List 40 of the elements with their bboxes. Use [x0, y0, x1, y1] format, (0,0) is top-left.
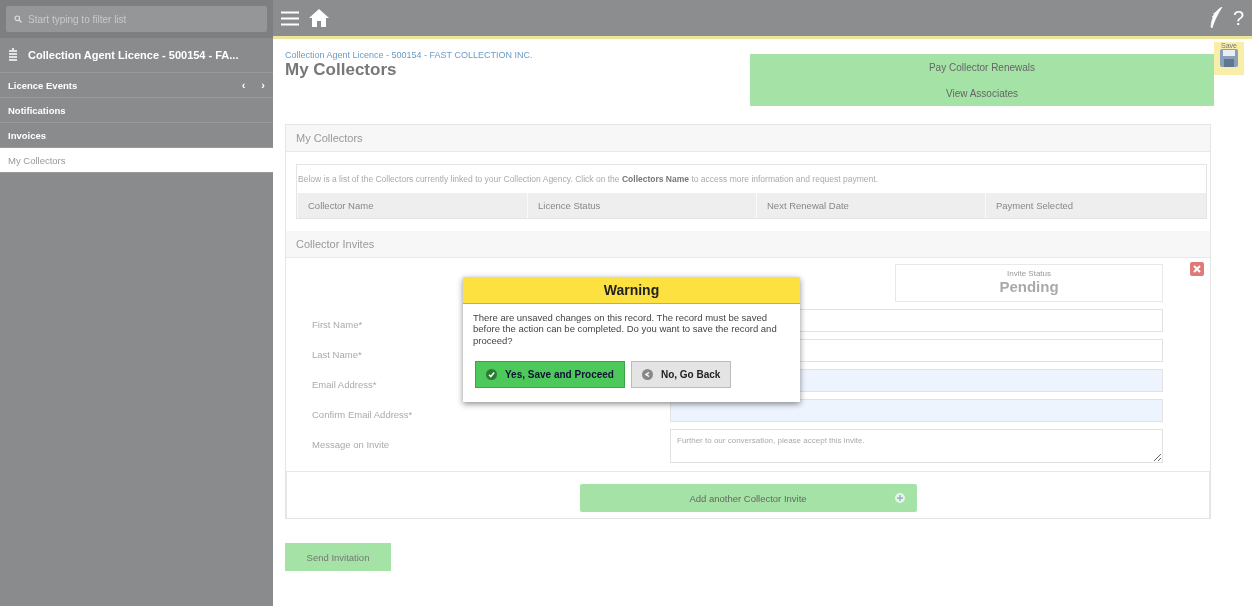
- message-field[interactable]: Further to our conversation, please accept this invite.: [670, 429, 1163, 463]
- dialog-button[interactable]: No, Go Back: [630, 361, 732, 389]
- add-invite-button[interactable]: Add another Collector Invite: [579, 484, 917, 512]
- check-icon: [486, 369, 497, 381]
- document-icon: [8, 48, 18, 62]
- action-button[interactable]: Pay Collector Renewals: [750, 54, 1214, 80]
- back-icon: [641, 369, 653, 381]
- help-button[interactable]: ?: [1232, 6, 1244, 30]
- home-icon[interactable]: [309, 9, 329, 27]
- dialog-title: Warning: [463, 277, 800, 304]
- page-title: My Collectors: [285, 60, 398, 80]
- quill-icon[interactable]: [1208, 7, 1223, 29]
- intro-text: Below is a list of the Collectors currently linked to your Collection Agency. Click on the Collectors Name to access more information and request payment.: [297, 173, 879, 186]
- column-header[interactable]: Next Renewal Date: [756, 193, 985, 218]
- dialog-message: There are unsaved changes on this record. The record must be saved before the action can be completed. Do you want to save the record and proceed?: [472, 311, 778, 347]
- breadcrumb[interactable]: Collection Agent Licence - 500154 - FAST COLLECTION INC.: [285, 50, 533, 60]
- send-invitation-button[interactable]: Send Invitation: [285, 543, 391, 571]
- sidebar-item[interactable]: My Collectors: [0, 148, 273, 173]
- input-field[interactable]: [670, 399, 1163, 422]
- column-header[interactable]: Collector Name: [297, 193, 527, 218]
- action-button[interactable]: View Associates: [750, 80, 1214, 106]
- sidebar-item[interactable]: Notifications: [0, 98, 273, 123]
- field-label: Message on Invite: [312, 439, 390, 450]
- column-header[interactable]: Payment Selected: [985, 193, 1206, 218]
- dialog-button[interactable]: Yes, Save and Proceed: [475, 361, 625, 389]
- field-label: Confirm Email Address*: [312, 409, 413, 420]
- plus-icon: [894, 493, 905, 503]
- section-header: My Collectors: [286, 125, 1210, 152]
- sidebar-item[interactable]: Licence Events ‹ ›: [0, 73, 273, 98]
- column-header[interactable]: Licence Status: [527, 193, 756, 218]
- menu-icon[interactable]: [281, 10, 299, 26]
- previous-arrow[interactable]: ‹: [241, 79, 246, 91]
- close-icon[interactable]: [1190, 262, 1204, 276]
- record-title: Collection Agent Licence - 500154 - FA...: [28, 49, 239, 61]
- next-arrow[interactable]: ›: [261, 79, 265, 91]
- field-label: Email Address*: [312, 379, 377, 390]
- field-label: First Name*: [312, 319, 363, 330]
- field-label: Last Name*: [312, 349, 362, 360]
- status-box: Invite Status Pending: [895, 264, 1163, 302]
- section-header: Collector Invites: [286, 231, 1210, 258]
